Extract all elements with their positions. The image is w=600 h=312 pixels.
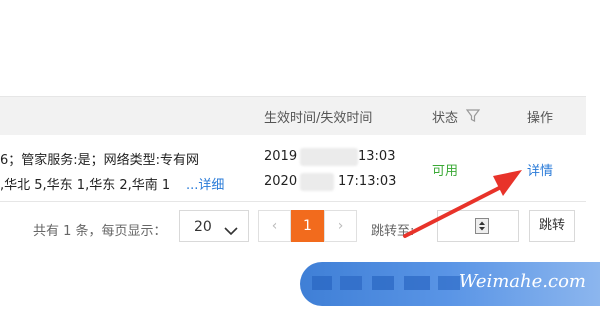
jump-label: 跳转至: (371, 224, 415, 239)
jump-page-input[interactable] (437, 210, 519, 242)
jump-button[interactable]: 跳转 (529, 210, 575, 242)
header-time: 生效时间/失效时间 (264, 111, 373, 126)
next-page-button[interactable]: › (324, 210, 357, 242)
end-time-prefix: 2020 (264, 174, 298, 189)
chevron-down-icon (224, 221, 238, 240)
current-page-button[interactable]: 1 (291, 210, 324, 242)
header-status: 状态 (432, 111, 459, 126)
spec-detail-link[interactable]: ...详细 (186, 174, 224, 193)
redacted-block (300, 173, 334, 191)
spec-text-line2: ,华北 5,华东 1,华东 2,华南 1 (0, 178, 171, 193)
header-action: 操作 (527, 111, 554, 126)
page-size-select[interactable]: 20 (179, 210, 249, 242)
watermark: Weimahe.com (300, 262, 600, 306)
spec-text-line1: 6；管家服务:是；网络类型:专有网 (0, 153, 200, 168)
redacted-block (300, 148, 358, 166)
start-time-suffix: 13:03 (358, 149, 396, 164)
total-count-label: 共有 1 条，每页显示： (33, 224, 167, 239)
spinner-icon[interactable] (475, 218, 489, 234)
page-size-value: 20 (194, 219, 212, 235)
end-time-suffix: 17:13:03 (338, 174, 397, 189)
table-header: 生效时间/失效时间 状态 操作 (0, 96, 586, 136)
watermark-text: Weimahe.com (458, 271, 586, 292)
start-time-prefix: 2019 (264, 149, 298, 164)
filter-icon[interactable] (465, 108, 481, 127)
prev-page-button[interactable]: ‹ (258, 210, 291, 242)
pagination: 共有 1 条，每页显示： 20 ‹ 1 › 跳转至: 跳转 (0, 210, 600, 246)
watermark-pattern-icon (312, 276, 460, 290)
status-badge: 可用 (432, 164, 459, 179)
table-row: 6；管家服务:是；网络类型:专有网 ,华北 5,华东 1,华东 2,华南 1 .… (0, 135, 586, 202)
detail-link[interactable]: 详情 (527, 160, 553, 179)
